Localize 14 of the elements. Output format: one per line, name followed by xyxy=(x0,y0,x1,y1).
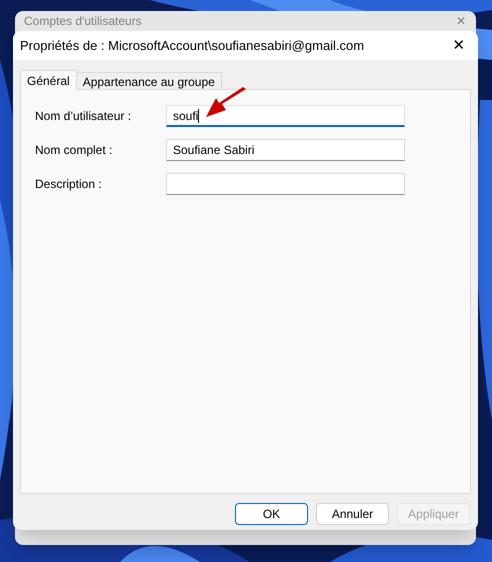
input-field[interactable]: soufi xyxy=(166,105,405,127)
input-field[interactable] xyxy=(166,173,405,195)
field-label: Description : xyxy=(35,176,103,193)
tab[interactable]: Appartenance au groupe xyxy=(76,72,222,89)
tab[interactable]: Général xyxy=(20,70,77,90)
close-button[interactable]: ✕ xyxy=(448,34,470,56)
dialog-button[interactable]: Annuler xyxy=(316,503,389,525)
dialog-title: Propriétés de : MicrosoftAccount\soufianesabiri@gmail.com xyxy=(20,36,364,55)
dialog-button[interactable]: OK xyxy=(235,503,308,525)
field-label: Nom complet : xyxy=(35,142,114,159)
close-icon: ✕ xyxy=(456,14,466,29)
window-title: Comptes d'utilisateurs xyxy=(24,14,142,29)
input-field[interactable]: Soufiane Sabiri xyxy=(166,139,405,161)
field-label: Nom d’utilisateur : xyxy=(35,108,132,125)
